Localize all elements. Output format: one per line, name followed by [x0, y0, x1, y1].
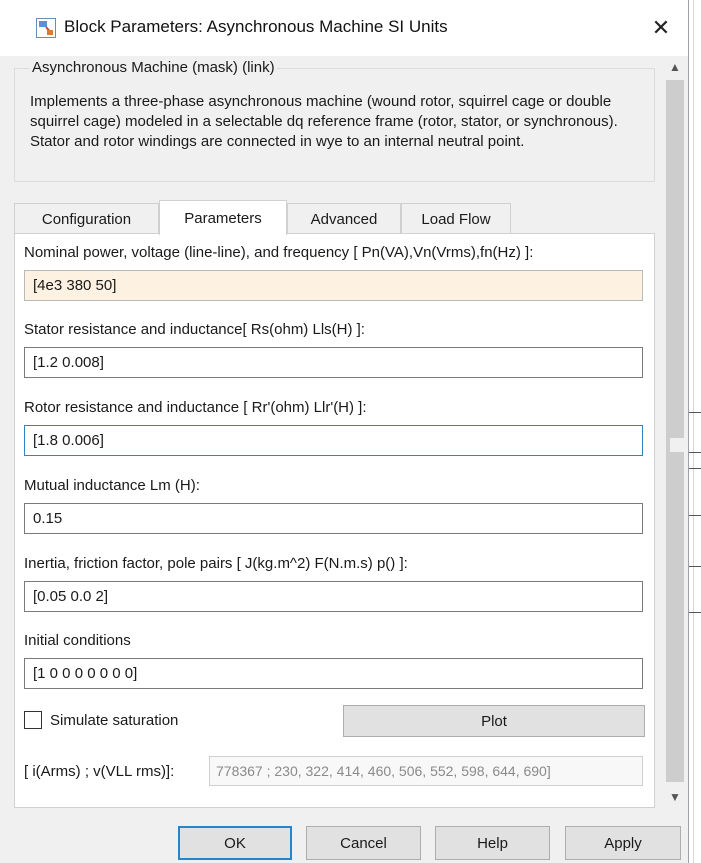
tab-label: Advanced: [310, 210, 378, 228]
mask-description: Implements a three-phase asynchronous ma…: [30, 93, 618, 150]
nominal-label: Nominal power, voltage (line-line), and …: [24, 244, 534, 261]
chevron-up-icon: ▲: [669, 60, 681, 74]
block-parameters-dialog: Block Parameters: Asynchronous Machine S…: [0, 0, 689, 863]
mutual-label: Mutual inductance Lm (H):: [24, 477, 200, 494]
ok-button[interactable]: OK: [178, 826, 292, 860]
tab-advanced[interactable]: Advanced: [287, 203, 401, 234]
plot-button-label: Plot: [481, 712, 507, 730]
mask-title: Asynchronous Machine (mask) (link): [30, 59, 277, 76]
chevron-down-icon: ▼: [669, 790, 681, 804]
vertical-scrollbar[interactable]: ▲ ▼: [663, 56, 687, 808]
background-line: [689, 515, 701, 516]
background-line: [689, 566, 701, 567]
rotor-input[interactable]: [24, 425, 643, 456]
title-bar[interactable]: Block Parameters: Asynchronous Machine S…: [0, 0, 688, 56]
simulate-saturation-checkbox[interactable]: [24, 711, 42, 729]
stator-label: Stator resistance and inductance[ Rs(ohm…: [24, 321, 365, 338]
tab-label: Parameters: [184, 209, 262, 227]
scroll-down-button[interactable]: ▼: [663, 786, 687, 808]
initial-conditions-label: Initial conditions: [24, 632, 131, 649]
background-line: [689, 612, 701, 613]
cancel-label: Cancel: [340, 834, 387, 852]
scroll-up-button[interactable]: ▲: [663, 56, 687, 78]
close-button[interactable]: ✕: [640, 8, 682, 48]
simulate-saturation-label: Simulate saturation: [50, 712, 179, 729]
ok-label: OK: [224, 834, 246, 852]
background-divider: [693, 0, 694, 863]
saturation-values-input: [209, 756, 643, 786]
background-line: [689, 452, 701, 453]
apply-label: Apply: [604, 834, 642, 852]
inertia-label: Inertia, friction factor, pole pairs [ J…: [24, 555, 408, 572]
background-line: [689, 468, 701, 469]
scroll-track[interactable]: [666, 80, 684, 782]
plot-button[interactable]: Plot: [343, 705, 645, 737]
tab-parameters[interactable]: Parameters: [159, 200, 287, 235]
nominal-input[interactable]: [24, 270, 643, 301]
tab-load-flow[interactable]: Load Flow: [401, 203, 511, 234]
help-button[interactable]: Help: [435, 826, 550, 860]
mutual-input[interactable]: [24, 503, 643, 534]
window-title: Block Parameters: Asynchronous Machine S…: [64, 17, 448, 36]
apply-button[interactable]: Apply: [565, 826, 681, 860]
initial-conditions-input[interactable]: [24, 658, 643, 689]
help-label: Help: [477, 834, 508, 852]
cancel-button[interactable]: Cancel: [306, 826, 421, 860]
close-icon: ✕: [651, 15, 671, 40]
tab-label: Load Flow: [421, 210, 491, 228]
inertia-input[interactable]: [24, 581, 643, 612]
saturation-values-label: [ i(Arms) ; v(VLL rms)]:: [24, 763, 175, 780]
tab-strip: Configuration Parameters Advanced Load F…: [14, 200, 654, 235]
tab-label: Configuration: [41, 210, 132, 228]
background-line: [689, 412, 701, 413]
scroll-thumb[interactable]: [670, 438, 684, 452]
simulink-block-icon: [36, 18, 56, 38]
tab-configuration[interactable]: Configuration: [14, 203, 159, 234]
background-window: [689, 0, 701, 863]
rotor-label: Rotor resistance and inductance [ Rr'(oh…: [24, 399, 367, 416]
stator-input[interactable]: [24, 347, 643, 378]
